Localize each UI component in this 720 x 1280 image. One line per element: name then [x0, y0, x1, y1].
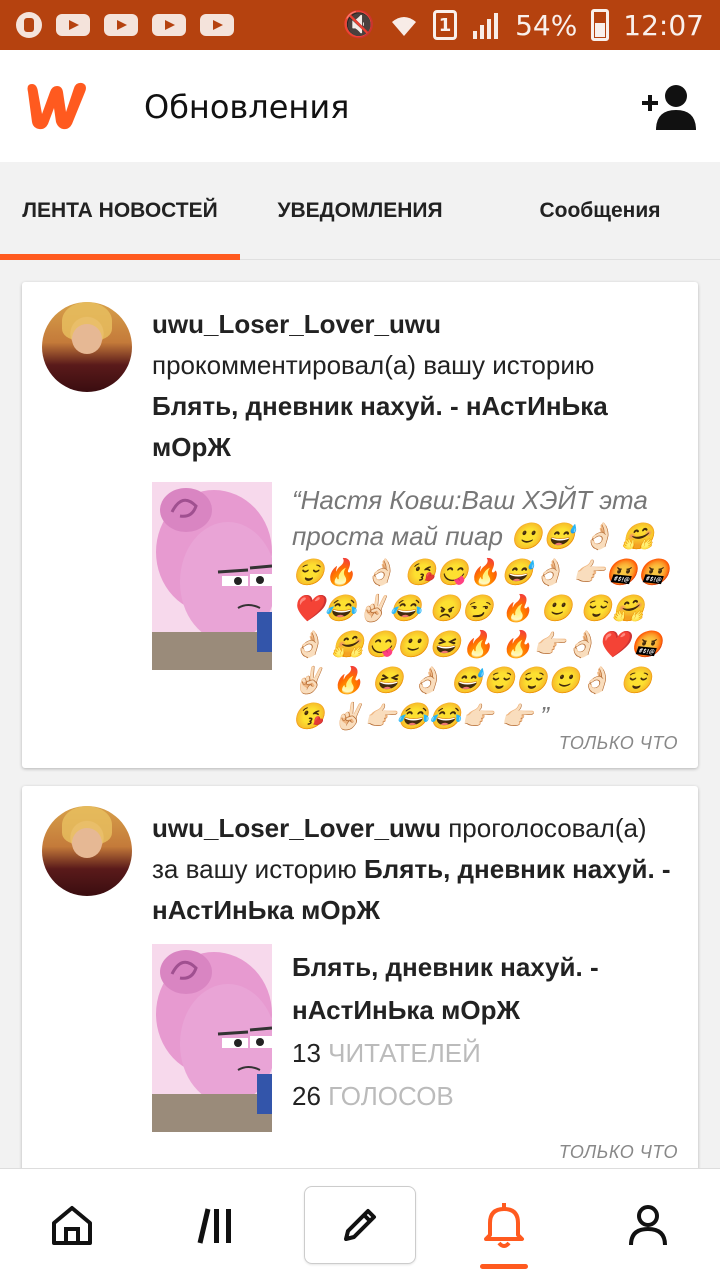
story-card-title[interactable]: Блять, дневник нахуй. - нАстИнЬка мОрЖ	[292, 946, 680, 1032]
notification-icon	[16, 12, 42, 38]
status-bar: 🔇 1 54% 12:07	[0, 0, 720, 50]
status-notifications	[16, 12, 234, 38]
readers-count: 13	[292, 1038, 321, 1068]
bell-icon	[484, 1203, 524, 1248]
feed-item-text: uwu_Loser_Lover_uwu прокомментировал(а) …	[152, 304, 680, 468]
signal-icon	[473, 13, 499, 39]
nav-write[interactable]	[304, 1169, 416, 1280]
tab-bar: ЛЕНТА НОВОСТЕЙ УВЕДОМЛЕНИЯ Сообщения	[0, 162, 720, 260]
battery-icon	[591, 9, 610, 41]
story-cover[interactable]	[152, 482, 272, 670]
nav-profile[interactable]	[600, 1169, 696, 1280]
username-link[interactable]: uwu_Loser_Lover_uwu	[152, 813, 441, 843]
story-cover-image	[152, 944, 272, 1132]
status-system: 🔇 1 54% 12:07	[343, 9, 704, 42]
write-button[interactable]	[304, 1186, 416, 1264]
youtube-icon	[152, 14, 186, 36]
youtube-icon	[104, 14, 138, 36]
username-link[interactable]: uwu_Loser_Lover_uwu	[152, 309, 441, 339]
readers-stat: 13 ЧИТАТЕЛЕЙ	[292, 1032, 680, 1075]
app-bar: Обновления	[0, 50, 720, 162]
bottom-nav	[0, 1168, 720, 1280]
library-icon	[197, 1208, 231, 1244]
story-cover-image	[152, 482, 272, 670]
battery-percent: 54%	[515, 8, 578, 42]
mute-icon: 🔇	[342, 10, 376, 40]
add-friend-icon[interactable]	[642, 82, 698, 132]
comment-quote: “Настя Ковш:Ваш ХЭЙТ эта проста май пиар…	[292, 485, 670, 731]
clock: 12:07	[623, 8, 704, 42]
nav-notifications[interactable]	[456, 1169, 552, 1280]
feed-item-text: uwu_Loser_Lover_uwu проголосовал(а) за в…	[152, 808, 680, 931]
profile-icon	[629, 1205, 667, 1246]
feed-action-text: прокомментировал(а) вашу историю	[152, 350, 595, 380]
avatar[interactable]	[42, 806, 132, 896]
nav-home[interactable]	[24, 1169, 120, 1280]
story-title-link[interactable]: Блять, дневник нахуй. - нАстИнЬка мОрЖ	[152, 391, 608, 462]
readers-label: ЧИТАТЕЛЕЙ	[328, 1038, 481, 1068]
feed-item-comment[interactable]: uwu_Loser_Lover_uwu прокомментировал(а) …	[22, 282, 698, 768]
nav-library[interactable]	[168, 1169, 264, 1280]
story-cover[interactable]	[152, 944, 272, 1132]
votes-label: ГОЛОСОВ	[328, 1081, 454, 1111]
youtube-icon	[56, 14, 90, 36]
story-info: Блять, дневник нахуй. - нАстИнЬка мОрЖ 1…	[292, 946, 680, 1118]
tab-notifications[interactable]: УВЕДОМЛЕНИЯ	[240, 162, 480, 260]
avatar[interactable]	[42, 302, 132, 392]
tab-messages[interactable]: Сообщения	[480, 162, 720, 260]
votes-count: 26	[292, 1081, 321, 1111]
votes-stat: 26 ГОЛОСОВ	[292, 1075, 680, 1118]
sim-icon: 1	[433, 10, 458, 40]
pencil-icon	[344, 1209, 376, 1241]
home-icon	[52, 1206, 92, 1245]
tab-news-feed[interactable]: ЛЕНТА НОВОСТЕЙ	[0, 162, 240, 260]
timestamp: ТОЛЬКО ЧТО	[558, 733, 678, 753]
wattpad-logo-icon[interactable]	[22, 78, 90, 134]
page-title: Обновления	[144, 88, 350, 126]
youtube-icon	[200, 14, 234, 36]
feed-item-vote[interactable]: uwu_Loser_Lover_uwu проголосовал(а) за в…	[22, 786, 698, 1176]
wifi-icon	[392, 17, 417, 36]
timestamp: ТОЛЬКО ЧТО	[558, 1142, 678, 1162]
